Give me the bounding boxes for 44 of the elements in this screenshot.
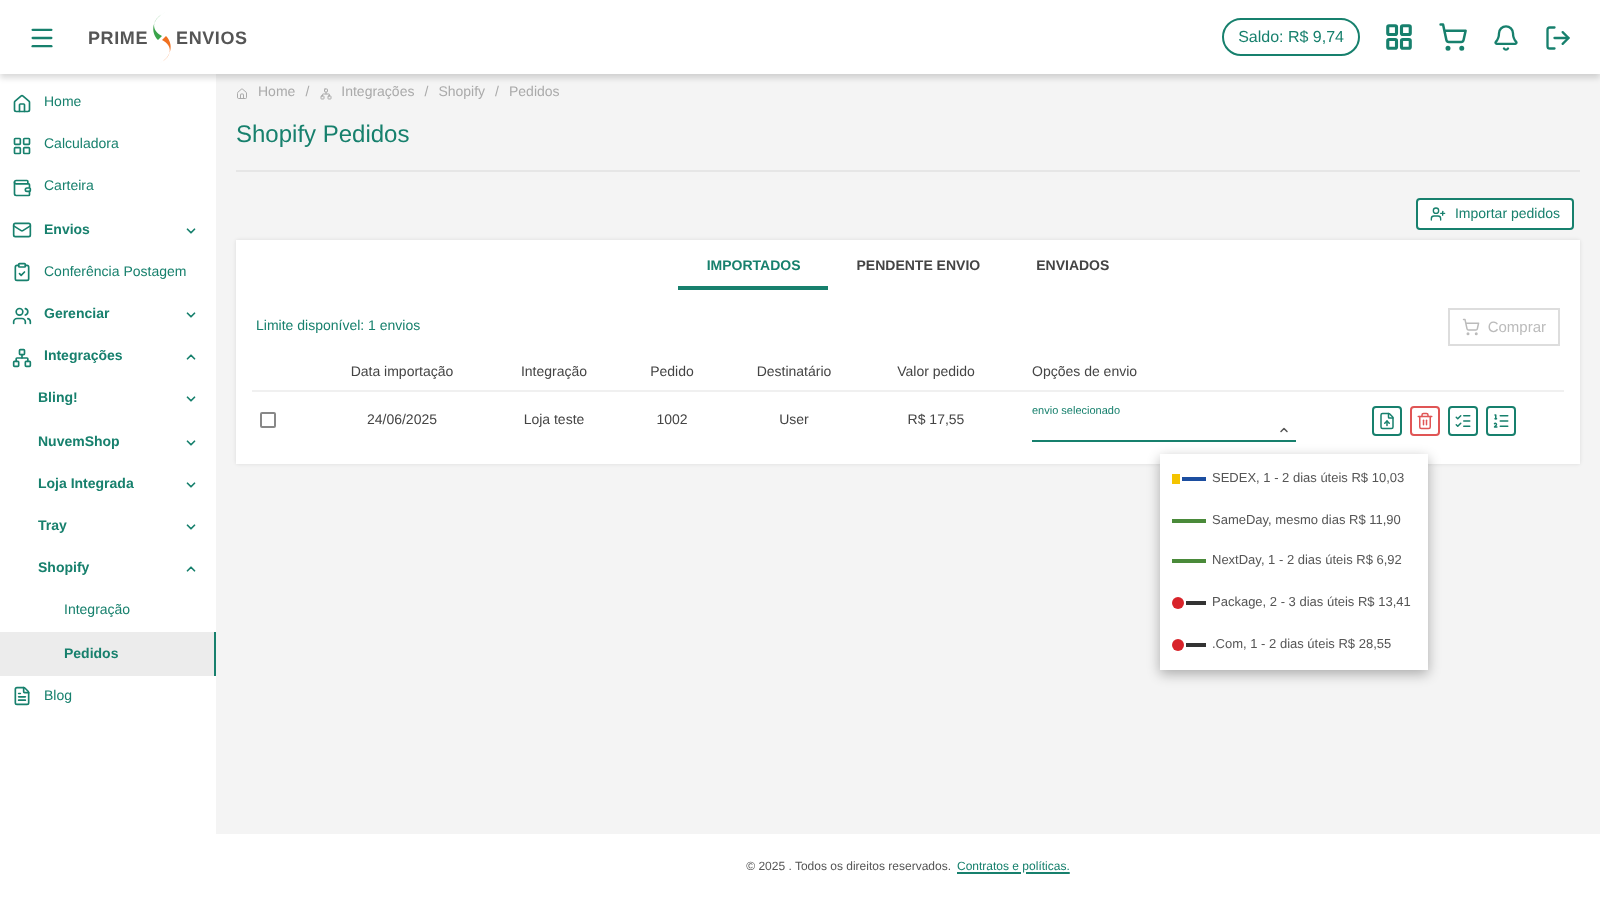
file-upload-icon: [1378, 411, 1396, 429]
home-icon: [236, 87, 248, 99]
list-icon: [1492, 411, 1510, 429]
carrier-logo-icon: [1172, 513, 1206, 528]
chevron-down-icon: [184, 392, 198, 407]
delete-button[interactable]: [1410, 405, 1440, 435]
balance-badge[interactable]: Saldo: R$ 9,74: [1222, 18, 1360, 56]
chevron-down-icon: [184, 477, 198, 492]
menu-item-icon: [12, 93, 32, 114]
edit-list-button[interactable]: [1448, 405, 1478, 435]
menu-item-icon: [12, 177, 32, 198]
chevron-up-icon: [184, 562, 198, 577]
carrier-logo-icon: [1172, 638, 1206, 653]
chevron-up-icon: [184, 350, 198, 365]
cart-icon: [1461, 318, 1480, 336]
page-title: Shopify Pedidos: [236, 120, 1580, 172]
cart-icon[interactable]: [1438, 22, 1468, 52]
carrier-logo-icon: [1172, 596, 1206, 611]
apps-grid-icon[interactable]: [1384, 22, 1414, 52]
menu-item-icon: [12, 220, 32, 241]
bell-icon[interactable]: [1492, 23, 1520, 51]
menu-item-icon: [12, 686, 32, 707]
upload-file-button[interactable]: [1372, 405, 1402, 435]
chevron-down-icon: [184, 308, 198, 323]
logout-icon[interactable]: [1544, 23, 1572, 51]
logo-text: ENVIOS: [176, 27, 248, 47]
network-icon: [319, 87, 332, 99]
menu-icon[interactable]: [28, 23, 56, 51]
trash-icon: [1416, 411, 1434, 429]
menu-item-icon: [12, 135, 32, 156]
menu-item-icon: [12, 262, 32, 283]
caret-icon: [1278, 423, 1290, 435]
checklist-icon: [1454, 411, 1472, 429]
import-icon: [1430, 206, 1447, 222]
menu-item-icon: [12, 305, 32, 326]
chevron-down-icon: [184, 223, 198, 238]
carrier-logo-icon: [1172, 554, 1206, 569]
logo-text: PRIME: [88, 27, 149, 47]
carrier-logo-icon: [1172, 471, 1206, 486]
chevron-down-icon: [184, 519, 198, 534]
row-checkbox[interactable]: [260, 412, 276, 428]
menu-item-icon: [12, 347, 32, 368]
document-button[interactable]: [1486, 405, 1516, 435]
chevron-down-icon: [184, 435, 198, 450]
